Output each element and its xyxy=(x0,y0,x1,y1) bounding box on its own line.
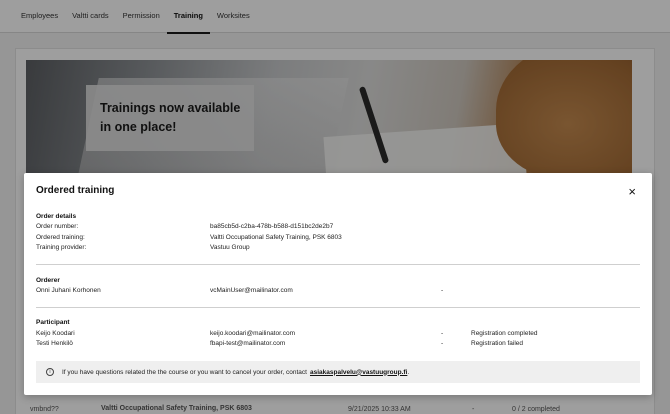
order-number-label: Order number: xyxy=(36,223,79,230)
participant-dash: - xyxy=(441,340,444,347)
ordered-training-dialog: Ordered training × Order details Order n… xyxy=(24,173,652,395)
info-icon: i xyxy=(46,368,54,376)
orderer-dash: - xyxy=(441,287,444,294)
participant-email: fbapi-test@mailinator.com xyxy=(210,340,286,347)
close-icon[interactable]: × xyxy=(628,185,636,198)
info-text: If you have questions related the the co… xyxy=(62,368,307,376)
participant-dash: - xyxy=(441,330,444,337)
participant-name: Keijo Koodari xyxy=(36,330,75,337)
participant-heading: Participant xyxy=(36,319,70,326)
info-notice: i If you have questions related the the … xyxy=(36,361,640,383)
info-suffix: . xyxy=(407,368,410,376)
participant-status: Registration failed xyxy=(471,340,524,347)
support-email-link[interactable]: asiakaspalvelu@vastuugroup.fi xyxy=(310,369,407,376)
orderer-heading: Orderer xyxy=(36,277,60,284)
order-number-value: ba85cb5d-c2ba-478b-b588-d151bc2de2b7 xyxy=(210,223,334,230)
ordered-training-value: Valtti Occupational Safety Training, PSK… xyxy=(210,234,342,241)
orderer-email: vcMainUser@mailinator.com xyxy=(210,287,293,294)
participant-email: keijo.koodari@mailinator.com xyxy=(210,330,295,337)
training-provider-label: Training provider: xyxy=(36,244,87,251)
divider xyxy=(36,307,640,308)
training-provider-value: Vastuu Group xyxy=(210,244,250,251)
dialog-title: Ordered training xyxy=(36,185,115,196)
participant-name: Testi Henkilö xyxy=(36,340,73,347)
divider xyxy=(36,264,640,265)
order-details-heading: Order details xyxy=(36,213,77,220)
ordered-training-label: Ordered training: xyxy=(36,234,85,241)
participant-status: Registration completed xyxy=(471,330,538,337)
orderer-name: Onni Juhani Korhonen xyxy=(36,287,101,294)
